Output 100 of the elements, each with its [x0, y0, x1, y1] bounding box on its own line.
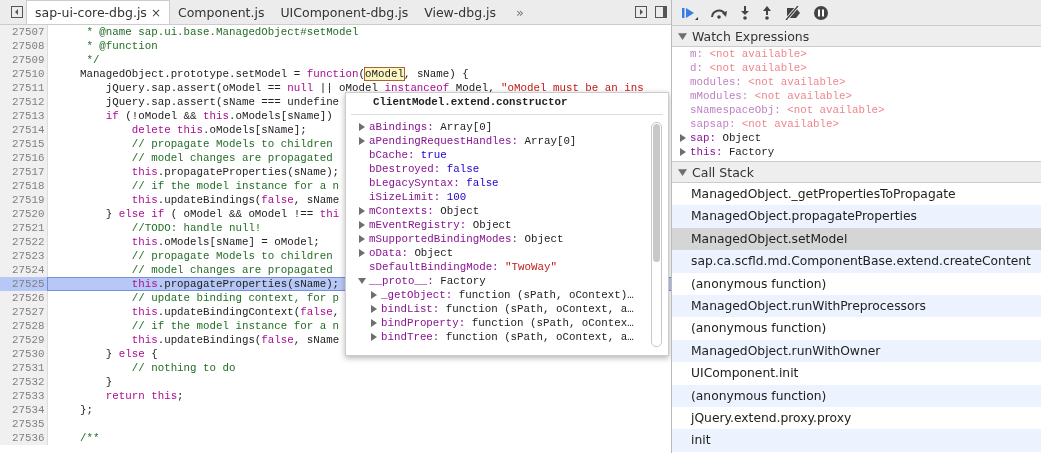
line-number[interactable]: 27515 [0, 137, 48, 151]
pause-icon[interactable] [814, 5, 828, 20]
step-over-icon[interactable] [710, 6, 728, 19]
line-number[interactable]: 27508 [0, 39, 48, 53]
line-number[interactable]: 27511 [0, 81, 48, 95]
property-entry: mContexts: Object [369, 205, 480, 217]
disclosure-triangle-icon[interactable] [678, 31, 687, 41]
watch-entry: mModules: <not available> [690, 90, 852, 102]
line-number[interactable]: 27513 [0, 109, 48, 123]
watch-entry: this: Factory [690, 146, 775, 158]
call-stack-frame[interactable]: sap.ca.scfld.md.ComponentBase.extend.createContent [672, 250, 1041, 273]
code-line: // if the model instance for a n [130, 319, 340, 333]
property-entry: bindProperty: function (sPath, oContex… [381, 317, 634, 329]
property-entry: aPendingRequestHandles: Array[0] [369, 135, 577, 147]
property-entry: iSizeLimit: 100 [369, 191, 467, 203]
property-entry: aBindings: Array[0] [369, 121, 493, 133]
property-entry: oData: Object [369, 247, 454, 259]
file-tab[interactable]: UIComponent-dbg.js [272, 0, 417, 24]
call-stack-frame[interactable]: ManagedObject._getPropertiesToPropagate [672, 183, 1041, 206]
watch-entry: modules: <not available> [690, 76, 846, 88]
line-number[interactable]: 27516 [0, 151, 48, 165]
deactivate-breakpoints-icon[interactable] [784, 5, 802, 20]
line-number[interactable]: 27533 [0, 389, 48, 403]
more-tabs-button[interactable]: » [504, 0, 537, 24]
code-line: this.updateBindings(false, sName [130, 193, 340, 207]
call-stack-frame[interactable]: (anonymous function) [672, 317, 1041, 340]
scrollbar[interactable] [651, 122, 662, 347]
code-line: delete this.oModels[sName]; [130, 123, 307, 137]
code-line: // model changes are propagated [130, 151, 333, 165]
property-entry: bindTree: function (sPath, oContext, a… [381, 331, 634, 343]
line-number[interactable]: 27523 [0, 249, 48, 263]
line-number[interactable]: 27518 [0, 179, 48, 193]
close-tab-button[interactable]: × [150, 5, 161, 20]
line-number[interactable]: 27507 [0, 25, 48, 39]
property-entry: bCache: true [369, 149, 447, 161]
line-number[interactable]: 27535 [0, 417, 48, 431]
step-out-icon[interactable] [762, 5, 772, 20]
code-line: this.oModels[sName] = oModel; [130, 235, 320, 249]
line-number[interactable]: 27528 [0, 319, 48, 333]
property-entry: __proto__: Factory [369, 275, 486, 287]
call-stack-frame[interactable]: UIComponent.init [672, 362, 1041, 385]
line-number[interactable]: 27524 [0, 263, 48, 277]
code-line: this.propagateProperties(sName); [130, 165, 340, 179]
watch-entry: m: <not available> [690, 48, 807, 60]
section-title[interactable]: Watch Expressions [692, 28, 810, 44]
code-line: /** [78, 431, 100, 445]
line-number[interactable]: 27519 [0, 193, 48, 207]
call-stack-frame[interactable]: jQuery.extend.proxy.proxy [672, 406, 1041, 430]
call-stack-frame[interactable]: ManagedObject.propagateProperties [672, 205, 1041, 228]
watch-entry: sNamespaceObj: <not available> [690, 104, 885, 116]
property-entry: _getObject: function (sPath, oContext)… [381, 289, 634, 301]
popover-title: ClientModel.extend.constructor [351, 93, 663, 115]
file-tab[interactable]: View-dbg.js [416, 0, 505, 24]
line-number[interactable]: 27531 [0, 361, 48, 375]
line-number[interactable]: 27517 [0, 165, 48, 179]
call-stack-frame[interactable]: ManagedObject.setModel [672, 227, 1041, 251]
property-entry: mSupportedBindingModes: Object [369, 233, 564, 245]
line-number[interactable]: 27530 [0, 347, 48, 361]
file-tab[interactable]: Component.js [169, 0, 273, 24]
line-number[interactable]: 27514 [0, 123, 48, 137]
call-stack-frame[interactable]: ManagedObject.runWithPreprocessors [672, 294, 1041, 318]
code-line: // if the model instance for a n [130, 179, 340, 193]
code-line: */ [85, 53, 100, 67]
code-line: } else if ( oModel && oModel !== thi [104, 207, 340, 221]
code-line: jQuery.sap.assert(oModel == null || oModel instanceof Model, "oModel must be an ins [104, 81, 644, 95]
watch-entry: d: <not available> [690, 62, 807, 74]
line-number[interactable]: 27510 [0, 67, 48, 81]
watch-entry: sap: Object [690, 132, 762, 144]
property-entry: bLegacySyntax: false [369, 177, 499, 189]
line-number[interactable]: 27526 [0, 291, 48, 305]
property-entry: bindList: function (sPath, oContext, a… [381, 303, 634, 315]
navigator-toggle-icon[interactable] [10, 4, 24, 20]
line-number[interactable]: 27534 [0, 403, 48, 417]
code-line: //TODO: handle null! [130, 221, 262, 235]
watch-entry: sapsap: <not available> [690, 118, 840, 130]
call-stack-frame[interactable]: ManagedObject.runWithOwner [672, 339, 1041, 363]
call-stack-frame[interactable]: (anonymous function) [672, 384, 1041, 407]
line-number[interactable]: 27521 [0, 221, 48, 235]
code-line: return this; [104, 389, 184, 403]
code-line: } [104, 375, 113, 389]
line-number[interactable]: 27532 [0, 375, 48, 389]
code-line: // propagate Models to children [130, 249, 333, 263]
line-number[interactable]: 27536 [0, 431, 48, 445]
file-tab[interactable]: sap-ui-core-dbg.js × [26, 0, 170, 24]
line-number[interactable]: 27520 [0, 207, 48, 221]
code-line: * @function [85, 39, 158, 53]
call-stack-frame[interactable]: init [672, 429, 1041, 452]
code-line: // model changes are propagated [130, 263, 333, 277]
code-line: this.updateBindings(false, sName [130, 333, 340, 347]
line-number[interactable]: 27527 [0, 305, 48, 319]
line-number[interactable]: 27522 [0, 235, 48, 249]
call-stack-frame[interactable]: (anonymous function) [672, 272, 1041, 295]
line-number[interactable]: 27529 [0, 333, 48, 347]
resume-icon[interactable] [682, 5, 698, 20]
line-number[interactable]: 27512 [0, 95, 48, 109]
step-into-icon[interactable] [740, 5, 750, 20]
property-entry: bDestroyed: false [369, 163, 480, 175]
line-number[interactable]: 27509 [0, 53, 48, 67]
disclosure-triangle-icon[interactable] [678, 167, 687, 177]
section-title[interactable]: Call Stack [692, 164, 754, 180]
